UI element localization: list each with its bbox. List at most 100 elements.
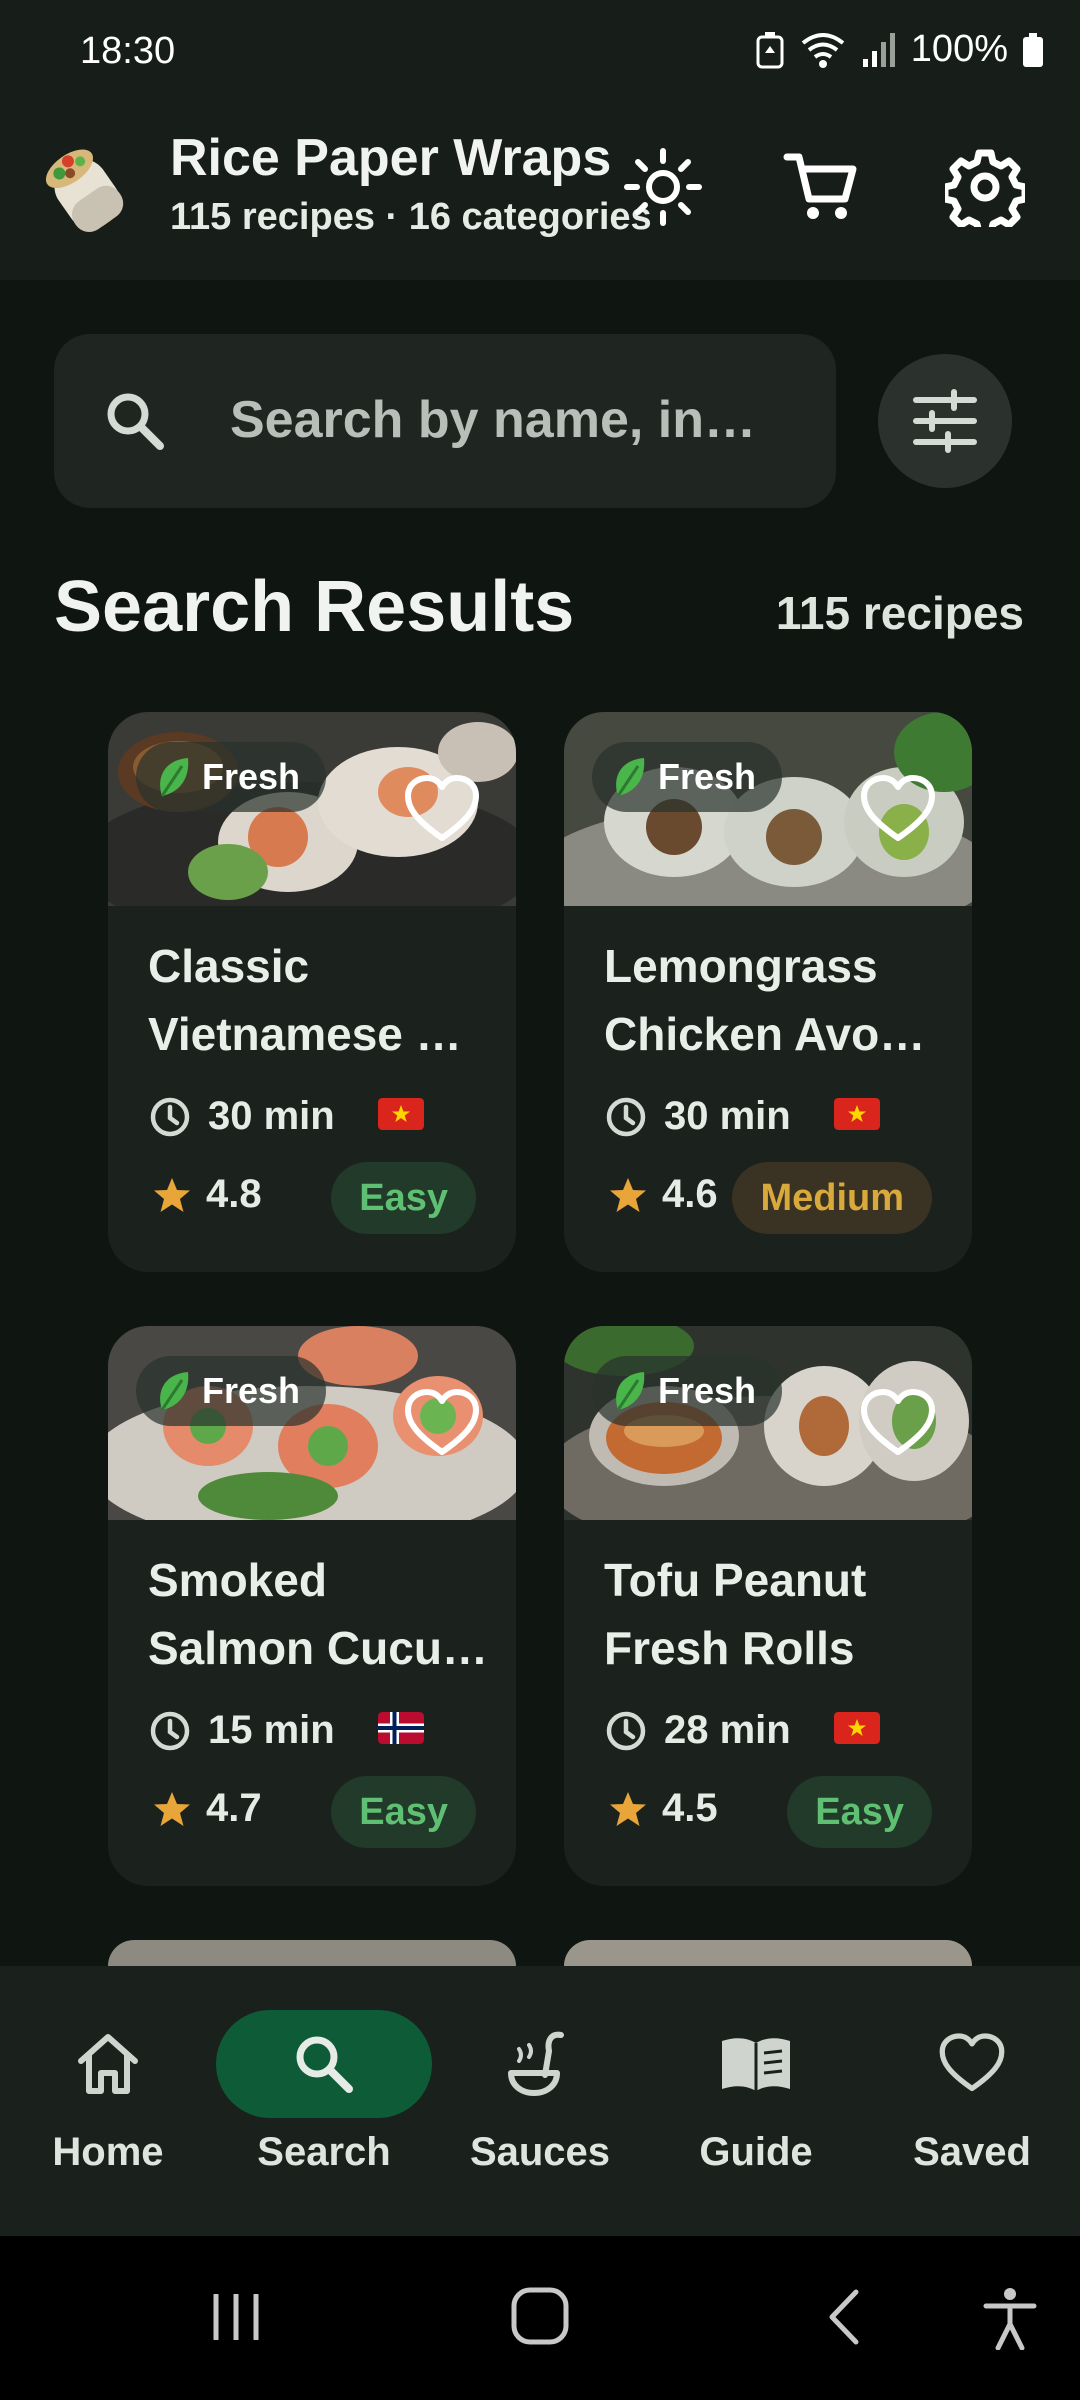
recipe-name: Classic Vietnamese … <box>148 932 488 1068</box>
rating-value: 4.8 <box>206 1172 262 1216</box>
difficulty-badge: Easy <box>331 1776 476 1848</box>
nav-pill <box>648 2010 864 2118</box>
recipe-card-partial[interactable] <box>108 1940 516 1966</box>
status-time: 18:30 <box>80 30 176 72</box>
recipe-name: Tofu Peanut Fresh Rolls <box>604 1546 944 1682</box>
vietnam-flag-icon <box>378 1098 424 1130</box>
signal-icon <box>862 32 895 67</box>
nav-saved[interactable]: Saved <box>864 2010 1080 2200</box>
nav-label: Guide <box>699 2130 813 2174</box>
cook-time-value: 15 min <box>208 1708 335 1752</box>
heart-icon <box>939 2033 1005 2092</box>
status-icons: 100% <box>755 28 1044 71</box>
burrito-logo-icon <box>45 149 124 233</box>
leaf-icon <box>160 1372 189 1411</box>
star-icon <box>154 1791 190 1826</box>
accessibility-icon[interactable] <box>982 2286 1038 2350</box>
badge-label: Fresh <box>658 756 757 797</box>
recipe-card[interactable]: Fresh Smoked Salmon Cucu… 15 min 4.7 Eas… <box>108 1326 516 1886</box>
star-icon <box>610 1177 646 1212</box>
nav-pill <box>432 2010 648 2118</box>
vietnam-flag-icon <box>834 1098 880 1130</box>
nav-pill <box>864 2010 1080 2118</box>
recipe-name-line: Smoked <box>148 1554 327 1606</box>
recipe-card[interactable]: Fresh Lemongrass Chicken Avo… 30 min 4.6… <box>564 712 972 1272</box>
favorite-heart-icon[interactable] <box>402 770 482 850</box>
recipe-card[interactable]: Fresh Tofu Peanut Fresh Rolls 28 min 4.5… <box>564 1326 972 1886</box>
cook-time: 28 min <box>604 1708 791 1753</box>
recipe-name: Smoked Salmon Cucu… <box>148 1546 488 1682</box>
recent-apps-icon[interactable] <box>206 2290 266 2344</box>
recipe-name-line: Classic <box>148 940 310 992</box>
clock-icon <box>606 1711 646 1750</box>
filter-button[interactable] <box>878 354 1012 488</box>
app-title: Rice Paper Wraps <box>170 129 612 187</box>
settings-button[interactable] <box>940 142 1030 232</box>
wifi-icon <box>801 32 845 68</box>
recipe-name-line: Salmon Cucu… <box>148 1622 488 1674</box>
nav-label: Saved <box>913 2130 1031 2174</box>
cart-button[interactable] <box>776 142 866 232</box>
star-icon <box>610 1791 646 1826</box>
leaf-icon <box>616 758 645 797</box>
fresh-badge: Fresh <box>592 1356 783 1426</box>
clock-icon <box>150 1711 190 1750</box>
home-system-icon[interactable] <box>508 2286 572 2346</box>
theme-toggle-button[interactable] <box>618 142 708 232</box>
recipe-card[interactable]: Fresh Classic Vietnamese … 30 min 4.8 Ea… <box>108 712 516 1272</box>
rating: 4.6 <box>608 1172 718 1217</box>
badge-label: Fresh <box>658 1370 757 1411</box>
tune-sliders-icon <box>913 389 977 453</box>
sauce-ladle-icon <box>508 2031 564 2096</box>
favorite-heart-icon[interactable] <box>402 1384 482 1464</box>
cook-time-value: 30 min <box>208 1094 335 1138</box>
rating: 4.7 <box>152 1786 262 1831</box>
nav-search[interactable]: Search <box>216 2010 432 2200</box>
cook-time-value: 30 min <box>664 1094 791 1138</box>
rating: 4.8 <box>152 1172 262 1217</box>
nav-sauces[interactable]: Sauces <box>432 2010 648 2200</box>
gear-icon <box>945 149 1025 227</box>
recipe-name: Lemongrass Chicken Avo… <box>604 932 944 1068</box>
rating-value: 4.6 <box>662 1172 718 1216</box>
rating-value: 4.5 <box>662 1786 718 1830</box>
recipe-name-line: Fresh Rolls <box>604 1622 855 1674</box>
nav-home[interactable]: Home <box>0 2010 216 2200</box>
fresh-badge: Fresh <box>136 1356 327 1426</box>
cook-time: 30 min <box>604 1094 791 1139</box>
search-icon <box>107 393 164 450</box>
search-icon <box>296 2036 353 2093</box>
battery-icon <box>1023 32 1043 67</box>
nav-label: Home <box>52 2130 164 2174</box>
clock-icon <box>606 1097 646 1136</box>
nav-label: Sauces <box>469 2130 611 2174</box>
recipe-name-line: Tofu Peanut <box>604 1554 867 1606</box>
leaf-icon <box>616 1372 645 1411</box>
recipe-card-partial[interactable] <box>564 1940 972 1966</box>
results-title: Search Results <box>54 567 575 647</box>
sun-icon <box>624 148 702 226</box>
recipe-name-line: Lemongrass <box>604 940 878 992</box>
clock-icon <box>150 1097 190 1136</box>
rating: 4.5 <box>608 1786 718 1831</box>
nav-guide[interactable]: Guide <box>648 2010 864 2200</box>
results-count: 115 recipes <box>775 587 1024 639</box>
back-icon[interactable] <box>822 2288 866 2346</box>
home-icon <box>78 2034 138 2094</box>
search-placeholder: Search by name, in… <box>230 391 756 449</box>
favorite-heart-icon[interactable] <box>858 770 938 850</box>
recipe-name-line: Chicken Avo… <box>604 1008 926 1060</box>
cook-time-value: 28 min <box>664 1708 791 1752</box>
vietnam-flag-icon <box>834 1712 880 1744</box>
battery-saver-icon <box>756 31 784 68</box>
difficulty-badge: Medium <box>732 1162 932 1234</box>
difficulty-badge: Easy <box>331 1162 476 1234</box>
book-icon <box>722 2038 790 2091</box>
fresh-badge: Fresh <box>592 742 783 812</box>
recipe-name-line: Vietnamese … <box>148 1008 462 1060</box>
favorite-heart-icon[interactable] <box>858 1384 938 1464</box>
badge-label: Fresh <box>202 756 301 797</box>
cook-time: 30 min <box>148 1094 335 1139</box>
leaf-icon <box>160 758 189 797</box>
cook-time: 15 min <box>148 1708 335 1753</box>
